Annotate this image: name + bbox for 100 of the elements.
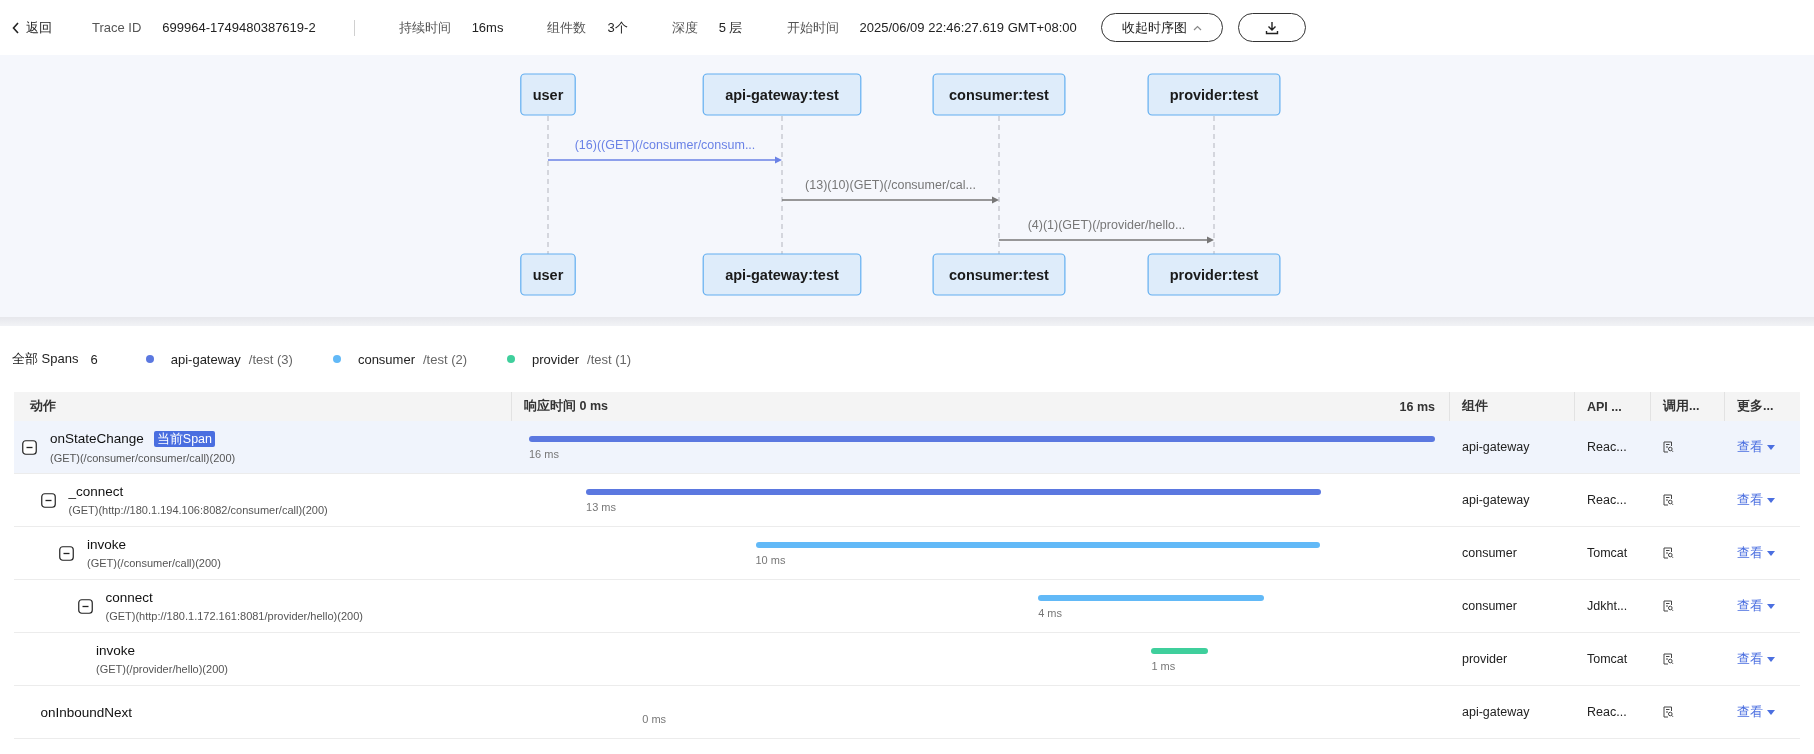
component-cell: api-gateway <box>1462 493 1530 507</box>
field-value: 3个 <box>607 18 628 37</box>
caret-down-icon <box>1767 656 1775 662</box>
span-detail: (GET)(/consumer/call)(200) <box>87 557 221 569</box>
duration-label: 10 ms <box>755 554 786 566</box>
view-dropdown[interactable]: 查看 <box>1737 597 1775 615</box>
participant-box[interactable]: consumer:test <box>932 253 1066 296</box>
column-header: 更多... <box>1737 398 1774 415</box>
field-value: 2025/06/09 22:46:27.619 GMT+08:00 <box>859 20 1077 35</box>
view-dropdown[interactable]: 查看 <box>1737 438 1775 456</box>
span-detail: (GET)(/consumer/consumer/call)(200) <box>50 451 236 464</box>
field-label: 深度 <box>671 18 698 37</box>
span-name: invoke <box>87 537 127 552</box>
legend-suffix: /test (3) <box>248 351 293 367</box>
caret-down-icon <box>1767 497 1775 503</box>
span-row[interactable]: invoke (GET)(/provider/hello)(200) 1 ms provider Tomcat 查看 <box>14 633 1800 686</box>
api-cell: Reac... <box>1587 493 1627 507</box>
view-dropdown[interactable]: 查看 <box>1737 544 1775 562</box>
document-search-icon[interactable] <box>1663 706 1674 718</box>
view-dropdown[interactable]: 查看 <box>1737 491 1775 509</box>
column-header: 调用... <box>1663 398 1700 415</box>
field-label: Trace ID <box>92 20 142 35</box>
field-label: 持续时间 <box>398 18 451 37</box>
field-label: 组件数 <box>547 18 587 37</box>
field-value: 699964-1749480387619-2 <box>162 20 316 35</box>
duration-label: 16 ms <box>529 448 559 460</box>
span-name: onStateChange <box>50 431 144 446</box>
collapse-diagram-button[interactable]: 收起时序图 <box>1100 13 1223 42</box>
column-header: API ... <box>1587 399 1622 414</box>
legend-suffix: /test (2) <box>423 351 468 367</box>
participant-box[interactable]: api-gateway:test <box>702 253 862 296</box>
span-row[interactable]: onInboundNext 0 ms api-gateway Reac... 查看 <box>14 686 1800 739</box>
api-cell: Tomcat <box>1587 546 1628 560</box>
participant-box[interactable]: provider:test <box>1147 253 1281 296</box>
message-label: (13)(10)(GET)(/consumer/cal... <box>805 178 976 192</box>
column-header: 动作 <box>30 398 56 415</box>
message-label: (4)(1)(GET)(/provider/hello... <box>1027 218 1186 232</box>
participant-box[interactable]: user <box>520 253 576 296</box>
legend-name: api-gateway <box>170 351 241 367</box>
participant-box[interactable]: provider:test <box>1147 73 1281 116</box>
api-cell: Reac... <box>1587 705 1627 719</box>
span-row[interactable]: connect (GET)(http://180.1.172.161:8081/provider/hello)(200) 4 ms consumer Jdkht... 查看 <box>14 580 1800 633</box>
download-button[interactable] <box>1237 13 1306 42</box>
span-detail: (GET)(http://180.1.194.106:8082/consumer/call)(200) <box>68 504 328 516</box>
back-button[interactable]: 返回 <box>12 18 52 37</box>
document-search-icon[interactable] <box>1663 547 1674 559</box>
legend-name: consumer <box>357 351 415 367</box>
download-icon <box>1264 20 1279 35</box>
view-dropdown[interactable]: 查看 <box>1737 650 1775 668</box>
participant-box[interactable]: user <box>520 73 576 116</box>
field-value: 5 层 <box>718 18 743 37</box>
legend-name: provider <box>532 351 580 367</box>
span-detail: (GET)(/provider/hello)(200) <box>96 663 229 675</box>
component-cell: consumer <box>1462 546 1517 560</box>
message-arrow[interactable] <box>998 236 1214 244</box>
participant-box[interactable]: api-gateway:test <box>702 73 862 116</box>
span-name: _connect <box>68 484 124 499</box>
field-value: 16ms <box>471 20 504 35</box>
document-search-icon[interactable] <box>1663 441 1674 453</box>
span-detail: (GET)(http://180.1.172.161:8081/provider/hello)(200) <box>105 610 363 622</box>
caret-up-icon <box>1192 24 1202 31</box>
column-header: 16 ms <box>1399 399 1435 414</box>
duration-label: 13 ms <box>586 501 617 513</box>
collapse-icon[interactable] <box>59 545 74 561</box>
api-cell: Jdkht... <box>1587 599 1628 613</box>
duration-label: 0 ms <box>642 713 667 725</box>
message-label: (16)((GET)(/consumer/consum... <box>574 138 756 152</box>
message-arrow[interactable] <box>781 196 999 204</box>
field-label: 开始时间 <box>786 18 839 37</box>
component-cell: api-gateway <box>1462 440 1530 454</box>
caret-down-icon <box>1767 603 1775 609</box>
span-row[interactable]: onStateChange 当前Span (GET)(/consumer/consumer/call)(200) 16 ms api-gateway Reac... 查看 <box>14 421 1800 474</box>
component-cell: api-gateway <box>1462 705 1530 719</box>
view-dropdown[interactable]: 查看 <box>1737 703 1775 721</box>
caret-down-icon <box>1767 444 1775 450</box>
spans-count: 6 <box>90 351 98 367</box>
column-header: 组件 <box>1462 398 1488 415</box>
component-cell: provider <box>1462 652 1508 666</box>
api-cell: Reac... <box>1587 440 1627 454</box>
document-search-icon[interactable] <box>1663 600 1674 612</box>
api-cell: Tomcat <box>1587 652 1628 666</box>
duration-label: 4 ms <box>1038 607 1062 619</box>
collapse-icon[interactable] <box>22 439 37 455</box>
caret-down-icon <box>1767 709 1775 715</box>
component-cell: consumer <box>1462 599 1517 613</box>
duration-label: 1 ms <box>1151 660 1176 672</box>
span-name: connect <box>105 590 153 605</box>
span-row[interactable]: _connect (GET)(http://180.1.194.106:8082/consumer/call)(200) 13 ms api-gateway Reac... 查看 <box>14 474 1800 527</box>
collapse-icon[interactable] <box>77 598 93 614</box>
column-header: 响应时间 0 ms <box>524 398 608 415</box>
legend-suffix: /test (1) <box>587 351 632 367</box>
document-search-icon[interactable] <box>1663 494 1674 506</box>
span-name: invoke <box>96 643 136 658</box>
caret-down-icon <box>1767 550 1775 556</box>
document-search-icon[interactable] <box>1663 653 1674 665</box>
spans-label: 全部 Spans <box>12 350 79 368</box>
span-name: onInboundNext <box>40 704 133 720</box>
collapse-icon[interactable] <box>40 492 56 508</box>
span-row[interactable]: invoke (GET)(/consumer/call)(200) 10 ms consumer Tomcat 查看 <box>14 527 1800 580</box>
participant-box[interactable]: consumer:test <box>932 73 1066 116</box>
